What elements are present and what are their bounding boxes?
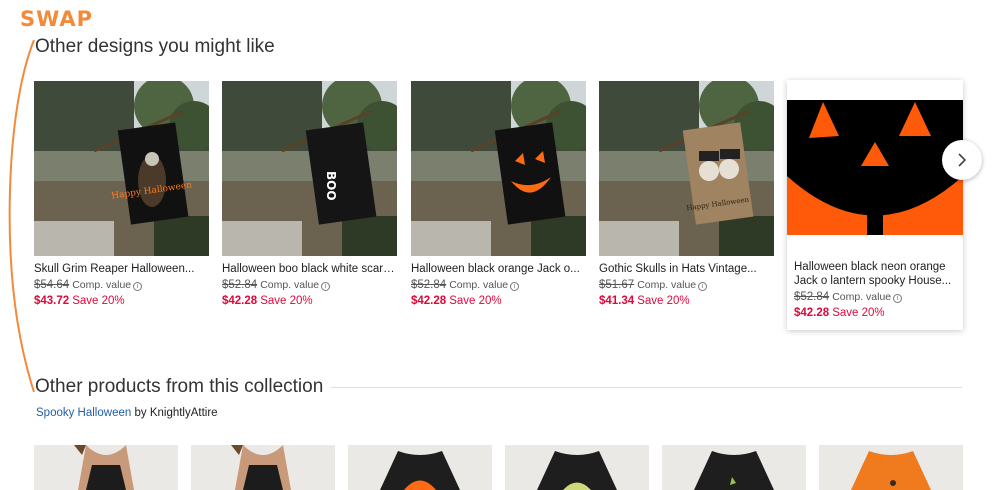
flag-text: BOO [324, 171, 338, 201]
comp-label: Comp. value [260, 279, 320, 291]
section-title-collection: Other products from this collection [35, 376, 332, 398]
collection-products-row [34, 445, 964, 490]
product-card-1[interactable]: Happy Halloween Skull Grim Reaper Hallow… [34, 81, 209, 308]
collection-product-tank-2[interactable] [191, 445, 335, 490]
collection-product-tshirt-orange[interactable] [819, 445, 963, 490]
comp-price: $52.84 [411, 279, 447, 291]
collection-product-tshirt-1[interactable] [348, 445, 492, 490]
comp-label: Comp. value [72, 279, 132, 291]
collection-attribution: Spooky Halloween by KnightlyAttire [36, 407, 218, 419]
info-icon[interactable]: i [510, 282, 520, 291]
product-image-neon-jack-o-lantern[interactable] [787, 80, 963, 256]
save-percent: Save 20% [637, 295, 690, 307]
comp-label: Comp. value [449, 279, 509, 291]
product-card-5[interactable]: Halloween black neon orange Jack o lante… [787, 80, 963, 330]
save-percent: Save 20% [832, 307, 885, 319]
collection-product-tshirt-3[interactable] [662, 445, 806, 490]
product-card-2[interactable]: BOO Halloween boo black white scary... $… [222, 81, 397, 308]
section-title-other-designs: Other designs you might like [35, 36, 275, 57]
product-title[interactable]: Skull Grim Reaper Halloween... [34, 262, 209, 276]
sale-price: $41.34 [599, 295, 635, 307]
author-name[interactable]: KnightlyAttire [150, 407, 218, 419]
info-icon[interactable]: i [321, 282, 331, 291]
sale-price-line: $42.28 Save 20% [411, 294, 586, 308]
product-image-gothic-skulls-flag[interactable]: Happy Halloween [599, 81, 774, 256]
product-card-4[interactable]: Happy Halloween Gothic Skulls in Hats Vi… [599, 81, 774, 308]
sale-price-line: $42.28 Save 20% [787, 306, 963, 320]
comp-price: $52.84 [222, 279, 258, 291]
product-title[interactable]: Gothic Skulls in Hats Vintage... [599, 262, 774, 276]
info-icon[interactable]: i [133, 282, 143, 291]
sale-price-line: $41.34 Save 20% [599, 294, 774, 308]
sale-price: $43.72 [34, 295, 70, 307]
product-title[interactable]: Halloween black neon orange Jack o lante… [787, 260, 963, 288]
product-title[interactable]: Halloween boo black white scary... [222, 262, 397, 276]
product-image-boo-flag[interactable]: BOO [222, 81, 397, 256]
swap-annotation-label: SWAP [20, 7, 93, 31]
sale-price-line: $43.72 Save 20% [34, 294, 209, 308]
comp-label: Comp. value [637, 279, 697, 291]
comp-price: $52.84 [794, 291, 830, 303]
comp-value: $52.84 Comp. value i [222, 278, 397, 292]
info-icon[interactable]: i [698, 282, 708, 291]
comp-value: $52.84 Comp. value i [411, 278, 586, 292]
save-percent: Save 20% [72, 295, 125, 307]
sale-price: $42.28 [794, 307, 830, 319]
carousel-next-button[interactable] [942, 140, 982, 180]
sale-price: $42.28 [222, 295, 258, 307]
comp-value: $54.64 Comp. value i [34, 278, 209, 292]
sale-price-line: $42.28 Save 20% [222, 294, 397, 308]
product-image-skull-reaper-flag[interactable]: Happy Halloween [34, 81, 209, 256]
chevron-right-icon [958, 153, 967, 167]
designs-carousel: Happy Halloween Skull Grim Reaper Hallow… [34, 80, 964, 341]
collection-product-tank-1[interactable] [34, 445, 178, 490]
product-card-3[interactable]: Halloween black orange Jack o... $52.84 C… [411, 81, 586, 308]
collection-link[interactable]: Spooky Halloween [36, 407, 131, 419]
comp-label: Comp. value [832, 291, 892, 303]
comp-value: $51.67 Comp. value i [599, 278, 774, 292]
comp-price: $51.67 [599, 279, 635, 291]
info-icon[interactable]: i [893, 294, 903, 303]
product-title[interactable]: Halloween black orange Jack o... [411, 262, 586, 276]
save-percent: Save 20% [449, 295, 502, 307]
sale-price: $42.28 [411, 295, 447, 307]
product-image-jack-o-lantern-flag[interactable] [411, 81, 586, 256]
by-text: by [134, 407, 147, 419]
save-percent: Save 20% [260, 295, 313, 307]
collection-product-tshirt-2[interactable] [505, 445, 649, 490]
comp-value: $52.84 Comp. value i [787, 290, 963, 304]
comp-price: $54.64 [34, 279, 70, 291]
